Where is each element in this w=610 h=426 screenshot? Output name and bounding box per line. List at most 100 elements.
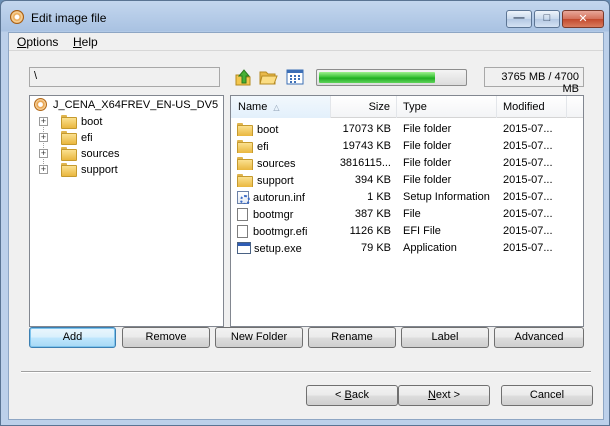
minimize-button[interactable]: — — [506, 10, 532, 28]
close-button[interactable]: ✕ — [562, 10, 604, 28]
cell-size: 394 KB — [354, 174, 391, 186]
label-button[interactable]: Label — [401, 327, 489, 348]
file-name: support — [257, 175, 294, 187]
cell-modified: 2015-07... — [503, 191, 553, 203]
expand-icon[interactable]: + — [39, 149, 48, 158]
tree-item-content: sources — [61, 147, 120, 161]
application-icon — [237, 242, 251, 254]
cell-name: boot — [237, 123, 329, 136]
folder-icon — [237, 174, 253, 187]
folder-icon — [237, 123, 253, 136]
list-item[interactable]: setup.exe 79 KB Application 2015-07... — [231, 240, 583, 257]
column-header-size[interactable]: Size — [331, 96, 397, 118]
file-icon — [237, 208, 248, 221]
remove-button[interactable]: Remove — [122, 327, 210, 348]
cell-name: bootmgr — [237, 208, 329, 221]
maximize-button[interactable]: □ — [534, 10, 560, 28]
open-folder-icon[interactable] — [258, 67, 278, 87]
advanced-button[interactable]: Advanced — [494, 327, 584, 348]
sort-ascending-icon: △ — [273, 103, 280, 112]
cell-type: Application — [403, 242, 457, 254]
tree-item-label: support — [81, 164, 118, 176]
column-header-name[interactable]: Name △ — [231, 96, 331, 118]
title-bar[interactable]: Edit image file — □ ✕ — [1, 1, 609, 32]
back-button[interactable]: < Back — [306, 385, 398, 406]
back-prefix: < — [335, 389, 345, 401]
folder-icon — [61, 131, 77, 145]
separator-line — [21, 371, 591, 373]
next-suffix: > — [450, 389, 461, 401]
list-item[interactable]: autorun.inf 1 KB Setup Information 2015-07.… — [231, 189, 583, 206]
column-header-type[interactable]: Type — [397, 96, 497, 118]
cell-size: 19743 KB — [342, 140, 391, 152]
folder-icon — [237, 140, 253, 153]
back-mnemonic: B — [344, 389, 352, 401]
back-label: ack — [351, 389, 369, 401]
expand-icon[interactable]: + — [39, 133, 48, 142]
file-name: efi — [257, 141, 269, 153]
file-name: bootmgr — [253, 209, 294, 221]
add-button[interactable]: Add — [29, 327, 116, 348]
list-item[interactable]: support 394 KB File folder 2015-07... — [231, 172, 583, 189]
cell-modified: 2015-07... — [503, 242, 553, 254]
tree-root-label: J_CENA_X64FREV_EN-US_DV5 — [51, 99, 221, 111]
tree-item-label: efi — [81, 132, 93, 144]
minimize-icon: — — [513, 12, 525, 24]
cancel-button[interactable]: Cancel — [501, 385, 593, 406]
folder-icon — [61, 163, 77, 177]
dialog-body: Options Help \ 3765 MB / 4700 MB J_CENA_… — [8, 32, 604, 420]
go-up-icon[interactable] — [233, 67, 253, 87]
list-item[interactable]: boot 17073 KB File folder 2015-07... — [231, 121, 583, 138]
cell-size: 17073 KB — [342, 123, 391, 135]
cell-modified: 2015-07... — [503, 123, 553, 135]
cell-type: EFI File — [403, 225, 441, 237]
menu-options-label: ptions — [26, 35, 59, 49]
current-path-field[interactable]: \ — [29, 67, 220, 87]
file-name: autorun.inf — [253, 192, 305, 204]
expand-icon[interactable]: + — [39, 117, 48, 126]
disc-usage-fill — [319, 72, 435, 83]
properties-grid-icon[interactable] — [285, 67, 305, 87]
cell-size: 79 KB — [361, 242, 391, 254]
cell-modified: 2015-07... — [503, 157, 553, 169]
cell-name: setup.exe — [237, 242, 329, 255]
maximize-icon: □ — [543, 12, 551, 24]
file-name: setup.exe — [254, 243, 302, 255]
menu-help-mnemonic: H — [73, 35, 82, 49]
list-item[interactable]: bootmgr.efi 1126 KB EFI File 2015-07... — [231, 223, 583, 240]
rename-button[interactable]: Rename — [308, 327, 396, 348]
setup-info-icon — [237, 191, 250, 204]
expand-icon[interactable]: + — [39, 165, 48, 174]
menu-help-label: elp — [81, 35, 98, 49]
list-item[interactable]: sources 3816115... File folder 2015-07... — [231, 155, 583, 172]
next-mnemonic: N — [427, 389, 436, 401]
folder-icon — [237, 157, 253, 170]
cell-modified: 2015-07... — [503, 208, 553, 220]
folder-icon — [61, 115, 77, 129]
cell-type: File — [403, 208, 421, 220]
cell-type: File folder — [403, 123, 452, 135]
cell-type: File folder — [403, 140, 452, 152]
menu-bar: Options Help — [9, 33, 603, 51]
tree-item-label: sources — [81, 148, 120, 160]
next-button[interactable]: Next > — [398, 385, 490, 406]
column-name-label: Name — [238, 101, 268, 113]
list-item[interactable]: bootmgr 387 KB File 2015-07... — [231, 206, 583, 223]
window-title: Edit image file — [31, 11, 107, 25]
cell-name: sources — [237, 157, 329, 170]
list-item[interactable]: efi 19743 KB File folder 2015-07... — [231, 138, 583, 155]
column-header-modified[interactable]: Modified — [497, 96, 567, 118]
column-type-label: Type — [403, 101, 427, 113]
tree-root[interactable]: J_CENA_X64FREV_EN-US_DV5 — [34, 98, 221, 114]
folder-icon — [61, 147, 77, 161]
tree-item-content: support — [61, 163, 118, 177]
folder-tree[interactable]: J_CENA_X64FREV_EN-US_DV5 + boot + efi + sourc… — [29, 95, 224, 327]
cell-size: 387 KB — [354, 208, 391, 220]
menu-help[interactable]: Help — [73, 35, 98, 49]
file-list[interactable]: Name △ Size Type Modified boot 17073 KB Fil… — [230, 95, 584, 327]
close-icon: ✕ — [578, 13, 588, 25]
menu-options[interactable]: Options — [17, 35, 58, 49]
file-name: bootmgr.efi — [253, 226, 308, 238]
tree-item-content: efi — [61, 131, 93, 145]
new-folder-button[interactable]: New Folder — [215, 327, 303, 348]
